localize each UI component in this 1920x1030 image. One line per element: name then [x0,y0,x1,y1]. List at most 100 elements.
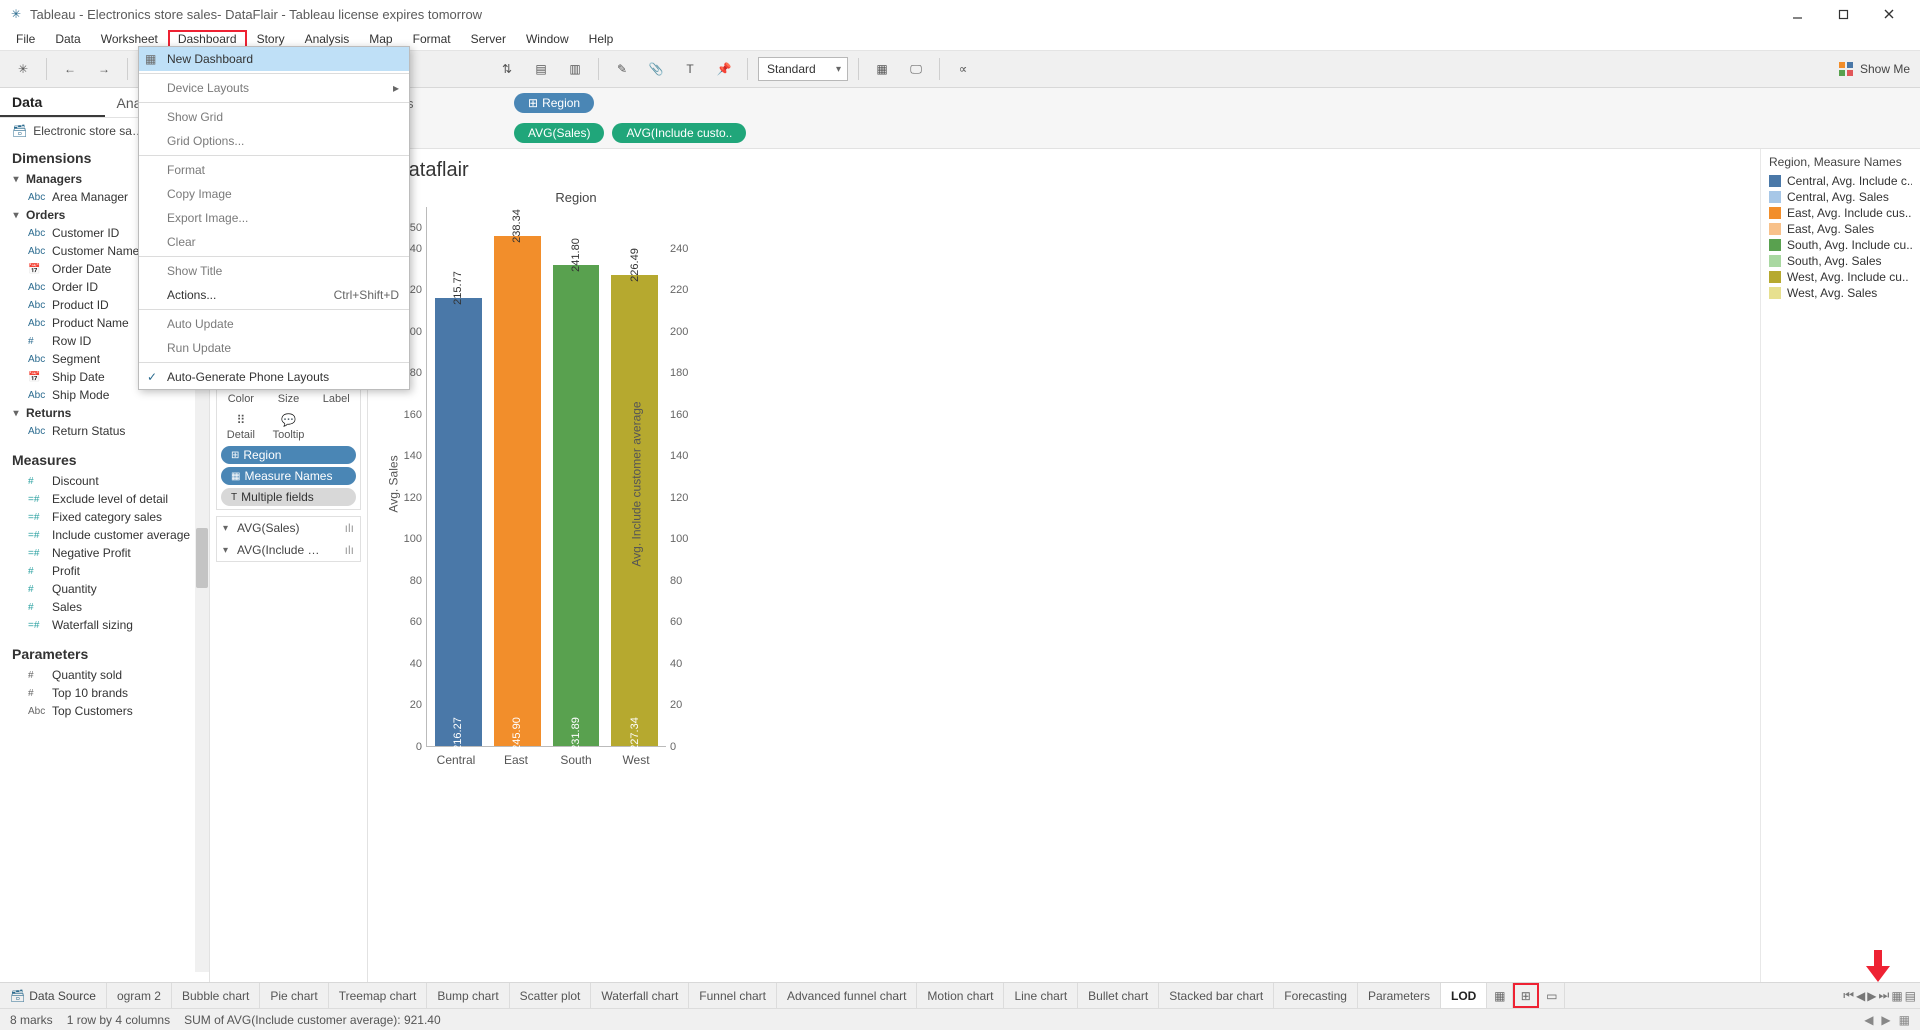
menu-file[interactable]: File [6,30,45,48]
marks-pill-multiple[interactable]: TMultiple fields [221,488,356,506]
sheet-tab[interactable]: Scatter plot [510,983,592,1008]
show-me-button[interactable]: Show Me [1838,61,1910,77]
menu-device-layouts[interactable]: Device Layouts ▸ [139,76,409,100]
sort-desc-icon[interactable]: ▥ [562,56,588,82]
tab-nav-first-icon[interactable]: ⏮ [1843,988,1854,1003]
legend-item[interactable]: East, Avg. Include cus.. [1769,205,1912,221]
columns-shelf[interactable]: …mns ⊞Region [368,88,1920,118]
menu-run-update[interactable]: Run Update [139,336,409,360]
bar-south[interactable]: 241.80231.89 [553,265,600,746]
right-y-axis[interactable]: Avg. Include customer average 0204060801… [666,207,712,747]
sheet-tab[interactable]: Parameters [1358,983,1441,1008]
new-worksheet-button[interactable]: ▦ [1487,983,1513,1008]
param-top10[interactable]: #Top 10 brands [6,684,205,702]
text-label-icon[interactable]: T [677,56,703,82]
status-nav-grid-icon[interactable]: ▦ [1899,1013,1910,1027]
menu-show-title[interactable]: Show Title [139,259,409,283]
menu-show-grid[interactable]: Show Grid [139,105,409,129]
presentation-icon[interactable]: 🖵 [903,56,929,82]
menu-help[interactable]: Help [579,30,624,48]
sheet-tab[interactable]: Motion chart [917,983,1004,1008]
menu-copy-image[interactable]: Copy Image [139,182,409,206]
pin-icon[interactable]: 📌 [711,56,737,82]
menu-clear[interactable]: Clear [139,230,409,254]
marks-detail[interactable]: ⠿Detail [217,407,265,443]
status-nav-prev-icon[interactable]: ◀ [1864,1013,1873,1027]
field-discount[interactable]: #Discount [6,472,205,490]
highlight-icon[interactable]: ✎ [609,56,635,82]
tab-datasource[interactable]: 🗃Data Source [0,983,107,1008]
new-dashboard-button[interactable]: ⊞ [1513,983,1539,1008]
menu-actions[interactable]: Actions... Ctrl+Shift+D [139,283,409,307]
share-icon[interactable]: ∝ [950,56,976,82]
sheet-tab[interactable]: Forecasting [1274,983,1358,1008]
field-include-cust[interactable]: =#Include customer average [6,526,205,544]
menu-format-dash[interactable]: Format [139,158,409,182]
new-story-button[interactable]: ▭ [1539,983,1565,1008]
tab-nav-sort-icon[interactable]: ▤ [1905,989,1916,1003]
sheet-tab[interactable]: LOD [1441,983,1487,1008]
group-icon[interactable]: 📎 [643,56,669,82]
sheet-tab[interactable]: Stacked bar chart [1159,983,1274,1008]
swap-icon[interactable]: ⇅ [494,56,520,82]
columns-pill-region[interactable]: ⊞Region [514,93,594,113]
param-qty-sold[interactable]: #Quantity sold [6,666,205,684]
rows-shelf[interactable]: AVG(Sales) AVG(Include custo.. [368,118,1920,148]
tab-nav-filmstrip-icon[interactable]: ▦ [1891,989,1902,1003]
legend-item[interactable]: East, Avg. Sales [1769,221,1912,237]
legend-item[interactable]: Central, Avg. Sales [1769,189,1912,205]
sheet-tab[interactable]: Bump chart [427,983,509,1008]
axis-avg-include[interactable]: ▾AVG(Include …ılı [217,539,360,561]
fit-dropdown[interactable]: Standard [758,57,848,81]
status-nav-next-icon[interactable]: ▶ [1881,1013,1890,1027]
sheet-tab[interactable]: Bullet chart [1078,983,1159,1008]
sheet-tab[interactable]: Advanced funnel chart [777,983,917,1008]
menu-export-image[interactable]: Export Image... [139,206,409,230]
marks-pill-measure-names[interactable]: ▦Measure Names [221,467,356,485]
tab-data[interactable]: Data [0,88,105,117]
menu-auto-phone-layouts[interactable]: ✓ Auto-Generate Phone Layouts [139,365,409,389]
menu-server[interactable]: Server [461,30,516,48]
sheet-title[interactable]: - Dataflair [368,149,1760,186]
sort-asc-icon[interactable]: ▤ [528,56,554,82]
menu-window[interactable]: Window [516,30,579,48]
menu-data[interactable]: Data [45,30,90,48]
field-quantity[interactable]: #Quantity [6,580,205,598]
legend-item[interactable]: Central, Avg. Include c.. [1769,173,1912,189]
tableau-start-icon[interactable]: ✳ [10,56,36,82]
field-exclude-lod[interactable]: =#Exclude level of detail [6,490,205,508]
group-returns[interactable]: ▾Returns [6,404,205,422]
undo-arrow-icon[interactable]: ← [57,56,83,82]
legend-item[interactable]: West, Avg. Include cu.. [1769,269,1912,285]
bar-central[interactable]: 215.77216.27 [435,298,482,746]
field-neg-profit[interactable]: =#Negative Profit [6,544,205,562]
field-return-status[interactable]: AbcReturn Status▾ [6,422,205,440]
legend-item[interactable]: West, Avg. Sales [1769,285,1912,301]
field-fixed-cat[interactable]: =#Fixed category sales [6,508,205,526]
sheet-tab[interactable]: ogram 2 [107,983,172,1008]
sheet-tab[interactable]: Treemap chart [329,983,428,1008]
field-profit[interactable]: #Profit [6,562,205,580]
tab-nav-prev-icon[interactable]: ◀ [1856,989,1865,1003]
rows-pill-avg-sales[interactable]: AVG(Sales) [514,123,604,143]
menu-new-dashboard[interactable]: ▦ New Dashboard [139,47,409,71]
marks-tooltip[interactable]: 💬Tooltip [265,407,313,443]
menu-format[interactable]: Format [403,30,461,48]
show-cards-icon[interactable]: ▦ [869,56,895,82]
param-top-cust[interactable]: AbcTop Customers [6,702,205,720]
rows-pill-avg-include[interactable]: AVG(Include custo.. [612,123,746,143]
maximize-button[interactable] [1820,0,1866,28]
tab-nav-last-icon[interactable]: ⏭ [1879,988,1890,1003]
sheet-tab[interactable]: Waterfall chart [591,983,689,1008]
field-sales[interactable]: #Sales [6,598,205,616]
sheet-tab[interactable]: Funnel chart [689,983,777,1008]
tab-nav-next-icon[interactable]: ▶ [1867,989,1876,1003]
menu-grid-options[interactable]: Grid Options... [139,129,409,153]
bar-east[interactable]: 238.34245.90 [494,236,541,746]
minimize-button[interactable] [1774,0,1820,28]
sheet-tab[interactable]: Line chart [1004,983,1078,1008]
marks-pill-region[interactable]: ⊞Region [221,446,356,464]
sheet-tab[interactable]: Bubble chart [172,983,260,1008]
legend-item[interactable]: South, Avg. Include cu.. [1769,237,1912,253]
close-button[interactable] [1866,0,1912,28]
